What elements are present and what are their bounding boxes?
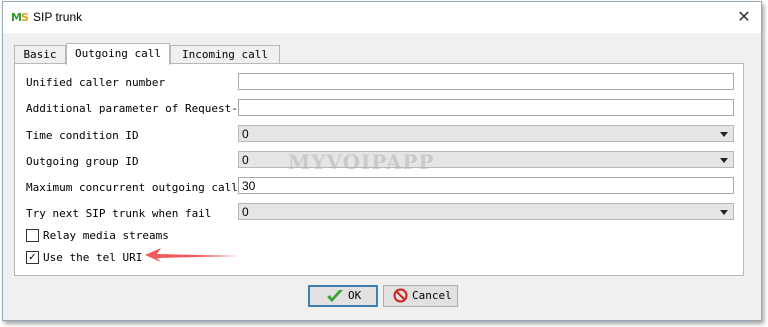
try-next-trunk-select[interactable]: 0 — [238, 203, 734, 220]
ok-button[interactable]: OK — [308, 285, 378, 307]
additional-parameter-label: Additional parameter of Request-URI — [26, 102, 258, 115]
time-condition-id-value: 0 — [242, 127, 249, 141]
window-title: SIP trunk — [33, 10, 83, 24]
no-entry-icon — [393, 288, 408, 303]
unified-caller-number-input[interactable] — [238, 73, 734, 90]
checkmark-icon — [327, 290, 343, 302]
max-concurrent-outgoing-label: Maximum concurrent outgoing calls — [26, 181, 245, 194]
relay-media-streams-label: Relay media streams — [43, 229, 169, 242]
time-condition-id-select[interactable]: 0 — [238, 125, 734, 142]
time-condition-id-label: Time condition ID — [26, 129, 139, 142]
title-bar: MS SIP trunk ✕ — [3, 2, 761, 33]
unified-caller-number-label: Unified caller number — [26, 76, 166, 89]
tab-outgoing-call[interactable]: Outgoing call — [66, 43, 170, 65]
annotation-arrow-icon — [145, 248, 239, 262]
app-logo-icon: MS — [11, 11, 29, 24]
dropdown-arrow-icon — [720, 210, 728, 215]
outgoing-group-id-label: Outgoing group ID — [26, 155, 139, 168]
tab-incoming-call[interactable]: Incoming call — [170, 45, 280, 64]
cancel-label: Cancel — [412, 289, 452, 302]
use-tel-uri-checkbox[interactable]: ✓ — [26, 251, 39, 264]
watermark: MYVOIPAPP — [288, 150, 435, 174]
outgoing-group-id-value: 0 — [242, 153, 249, 167]
try-next-trunk-label: Try next SIP trunk when fail — [26, 207, 212, 220]
relay-media-streams-checkbox[interactable] — [26, 229, 39, 242]
use-tel-uri-label: Use the tel URI — [43, 251, 143, 264]
dropdown-arrow-icon — [720, 158, 728, 163]
max-concurrent-outgoing-input[interactable]: 30 — [238, 177, 734, 194]
additional-parameter-input[interactable] — [238, 99, 734, 116]
sip-trunk-dialog: MS SIP trunk ✕ Basic Outgoing call Incom… — [2, 1, 762, 321]
tab-basic[interactable]: Basic — [14, 45, 66, 64]
try-next-trunk-value: 0 — [242, 205, 249, 219]
close-button[interactable]: ✕ — [733, 6, 755, 28]
cancel-button[interactable]: Cancel — [383, 285, 458, 307]
dropdown-arrow-icon — [720, 132, 728, 137]
ok-label: OK — [348, 289, 362, 302]
